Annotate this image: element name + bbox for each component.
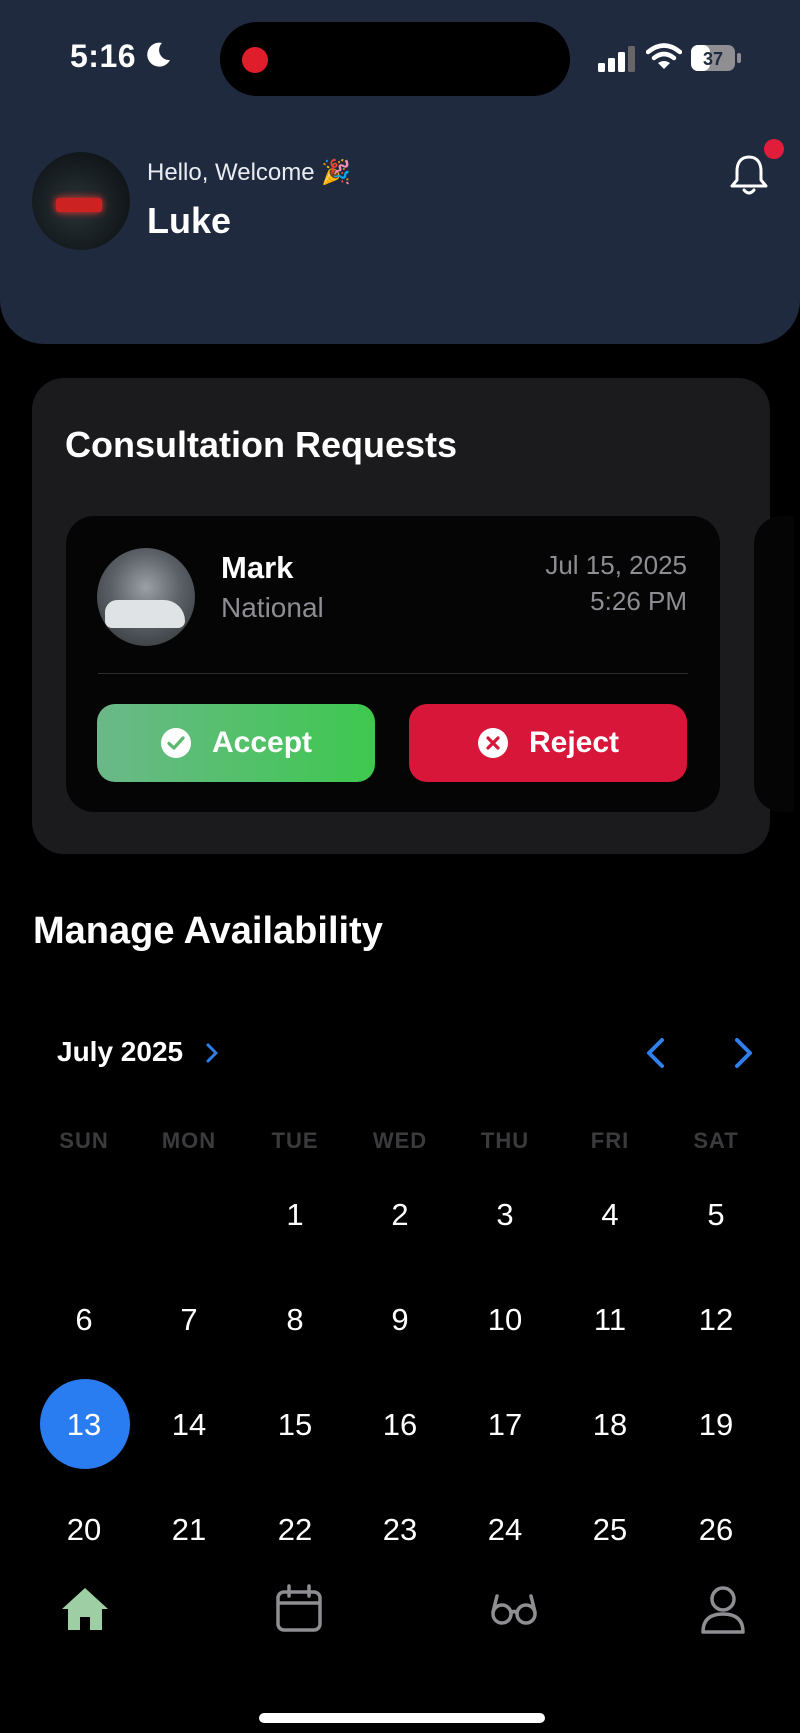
check-circle-icon xyxy=(160,728,191,758)
requester-avatar xyxy=(97,548,195,646)
accept-label: Accept xyxy=(211,726,313,759)
section-title-availability: Manage Availability xyxy=(33,910,383,952)
signal-icon xyxy=(598,46,635,72)
battery-level: 37 xyxy=(703,49,723,69)
status-bar: 5:16 37 xyxy=(0,0,800,110)
calendar-day[interactable]: 9 xyxy=(350,1302,450,1338)
notification-badge xyxy=(764,139,784,159)
x-circle-icon xyxy=(477,728,508,758)
calendar-day[interactable]: 10 xyxy=(455,1302,555,1338)
user-name: Luke xyxy=(147,200,232,241)
battery-icon: 37 xyxy=(691,45,741,71)
home-indicator xyxy=(259,1713,545,1723)
calendar-day[interactable]: 23 xyxy=(350,1512,450,1548)
calendar-day[interactable]: 2 xyxy=(350,1197,450,1233)
next-request-card[interactable] xyxy=(754,516,794,812)
status-time: 5:16 xyxy=(70,38,137,74)
recording-dot xyxy=(242,47,268,73)
calendar-day[interactable]: 19 xyxy=(666,1407,766,1443)
requester-name: Mark xyxy=(221,550,294,585)
user-avatar[interactable] xyxy=(32,152,130,250)
greeting-text: Hello, Welcome 🎉 xyxy=(147,159,352,186)
calendar-day[interactable]: 21 xyxy=(139,1512,239,1548)
dynamic-island xyxy=(220,22,570,96)
calendar-day[interactable]: 14 xyxy=(139,1407,239,1443)
glasses-icon[interactable] xyxy=(487,1582,541,1636)
calendar-day[interactable]: 26 xyxy=(666,1512,766,1548)
calendar-day[interactable]: 8 xyxy=(245,1302,345,1338)
requester-subtitle: National xyxy=(221,592,324,623)
next-month-button[interactable] xyxy=(732,1036,756,1070)
reject-button[interactable]: Reject xyxy=(409,704,687,782)
weekday-thu: THU xyxy=(480,1128,530,1153)
calendar-day[interactable]: 20 xyxy=(34,1512,134,1548)
moon-icon xyxy=(147,42,170,67)
weekday-sun: SUN xyxy=(59,1128,109,1153)
section-title-consultation: Consultation Requests xyxy=(65,424,458,465)
calendar-day[interactable]: 6 xyxy=(34,1302,134,1338)
weekday-wed: WED xyxy=(372,1128,428,1153)
calendar-day[interactable]: 4 xyxy=(560,1197,660,1233)
weekday-mon: MON xyxy=(161,1128,217,1153)
month-label[interactable]: July 2025 xyxy=(57,1036,183,1068)
calendar-day[interactable]: 5 xyxy=(666,1197,766,1233)
calendar-day[interactable]: 15 xyxy=(245,1407,345,1443)
calendar-day[interactable]: 7 xyxy=(139,1302,239,1338)
calendar-day[interactable]: 1 xyxy=(245,1197,345,1233)
calendar-day[interactable]: 25 xyxy=(560,1512,660,1548)
calendar-day[interactable]: 22 xyxy=(245,1512,345,1548)
bell-icon[interactable] xyxy=(726,152,772,198)
profile-icon[interactable] xyxy=(696,1582,750,1636)
accept-button[interactable]: Accept xyxy=(97,704,375,782)
chevron-right-icon[interactable] xyxy=(204,1042,220,1064)
card-divider xyxy=(98,673,688,674)
calendar-day-selected[interactable]: 13 xyxy=(34,1407,134,1443)
weekday-sat: SAT xyxy=(693,1128,739,1153)
wifi-icon xyxy=(646,43,682,69)
calendar-icon[interactable] xyxy=(272,1582,326,1636)
calendar-day[interactable]: 24 xyxy=(455,1512,555,1548)
calendar-day[interactable]: 16 xyxy=(350,1407,450,1443)
calendar-day[interactable]: 18 xyxy=(560,1407,660,1443)
home-icon[interactable] xyxy=(58,1582,112,1636)
calendar-day[interactable]: 17 xyxy=(455,1407,555,1443)
weekday-fri: FRI xyxy=(590,1128,630,1153)
request-time: 5:26 PM xyxy=(590,586,687,616)
calendar-day[interactable]: 11 xyxy=(560,1302,660,1338)
calendar-day[interactable]: 3 xyxy=(455,1197,555,1233)
reject-label: Reject xyxy=(528,726,620,759)
weekday-tue: TUE xyxy=(271,1128,319,1153)
request-date: Jul 15, 2025 xyxy=(545,550,687,580)
calendar-day[interactable]: 12 xyxy=(666,1302,766,1338)
tab-bar xyxy=(0,1560,800,1733)
prev-month-button[interactable] xyxy=(643,1036,667,1070)
